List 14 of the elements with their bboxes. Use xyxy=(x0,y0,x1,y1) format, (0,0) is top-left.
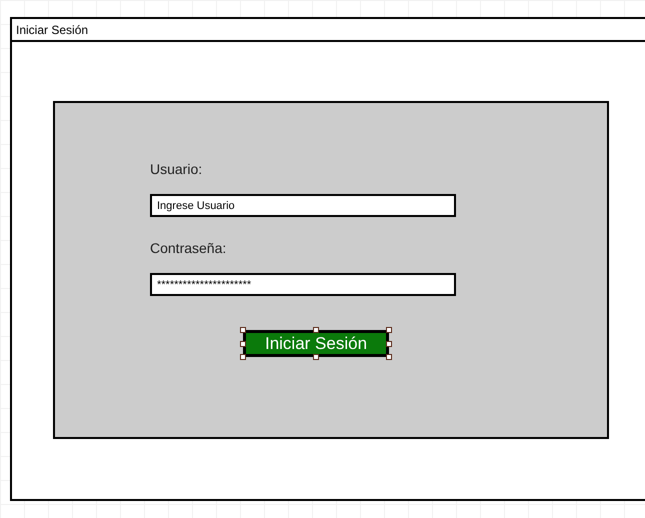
selection-handle[interactable] xyxy=(240,327,246,333)
selection-handle[interactable] xyxy=(313,327,319,333)
selection-handle[interactable] xyxy=(240,354,246,360)
selection-handle[interactable] xyxy=(386,340,392,346)
input-field[interactable]: Ingrese Usuario xyxy=(150,194,456,217)
selection-handle[interactable] xyxy=(313,354,319,360)
field-label: Contraseña: xyxy=(150,239,228,257)
login-button[interactable]: Iniciar Sesión xyxy=(243,330,389,357)
selection-handle[interactable] xyxy=(240,340,246,346)
field-label: Usuario: xyxy=(150,160,204,178)
selection-handle[interactable] xyxy=(386,354,392,360)
window-title: Iniciar Sesión xyxy=(16,22,88,38)
input-field[interactable]: ********************** xyxy=(150,273,456,296)
selection-handle[interactable] xyxy=(386,327,392,333)
